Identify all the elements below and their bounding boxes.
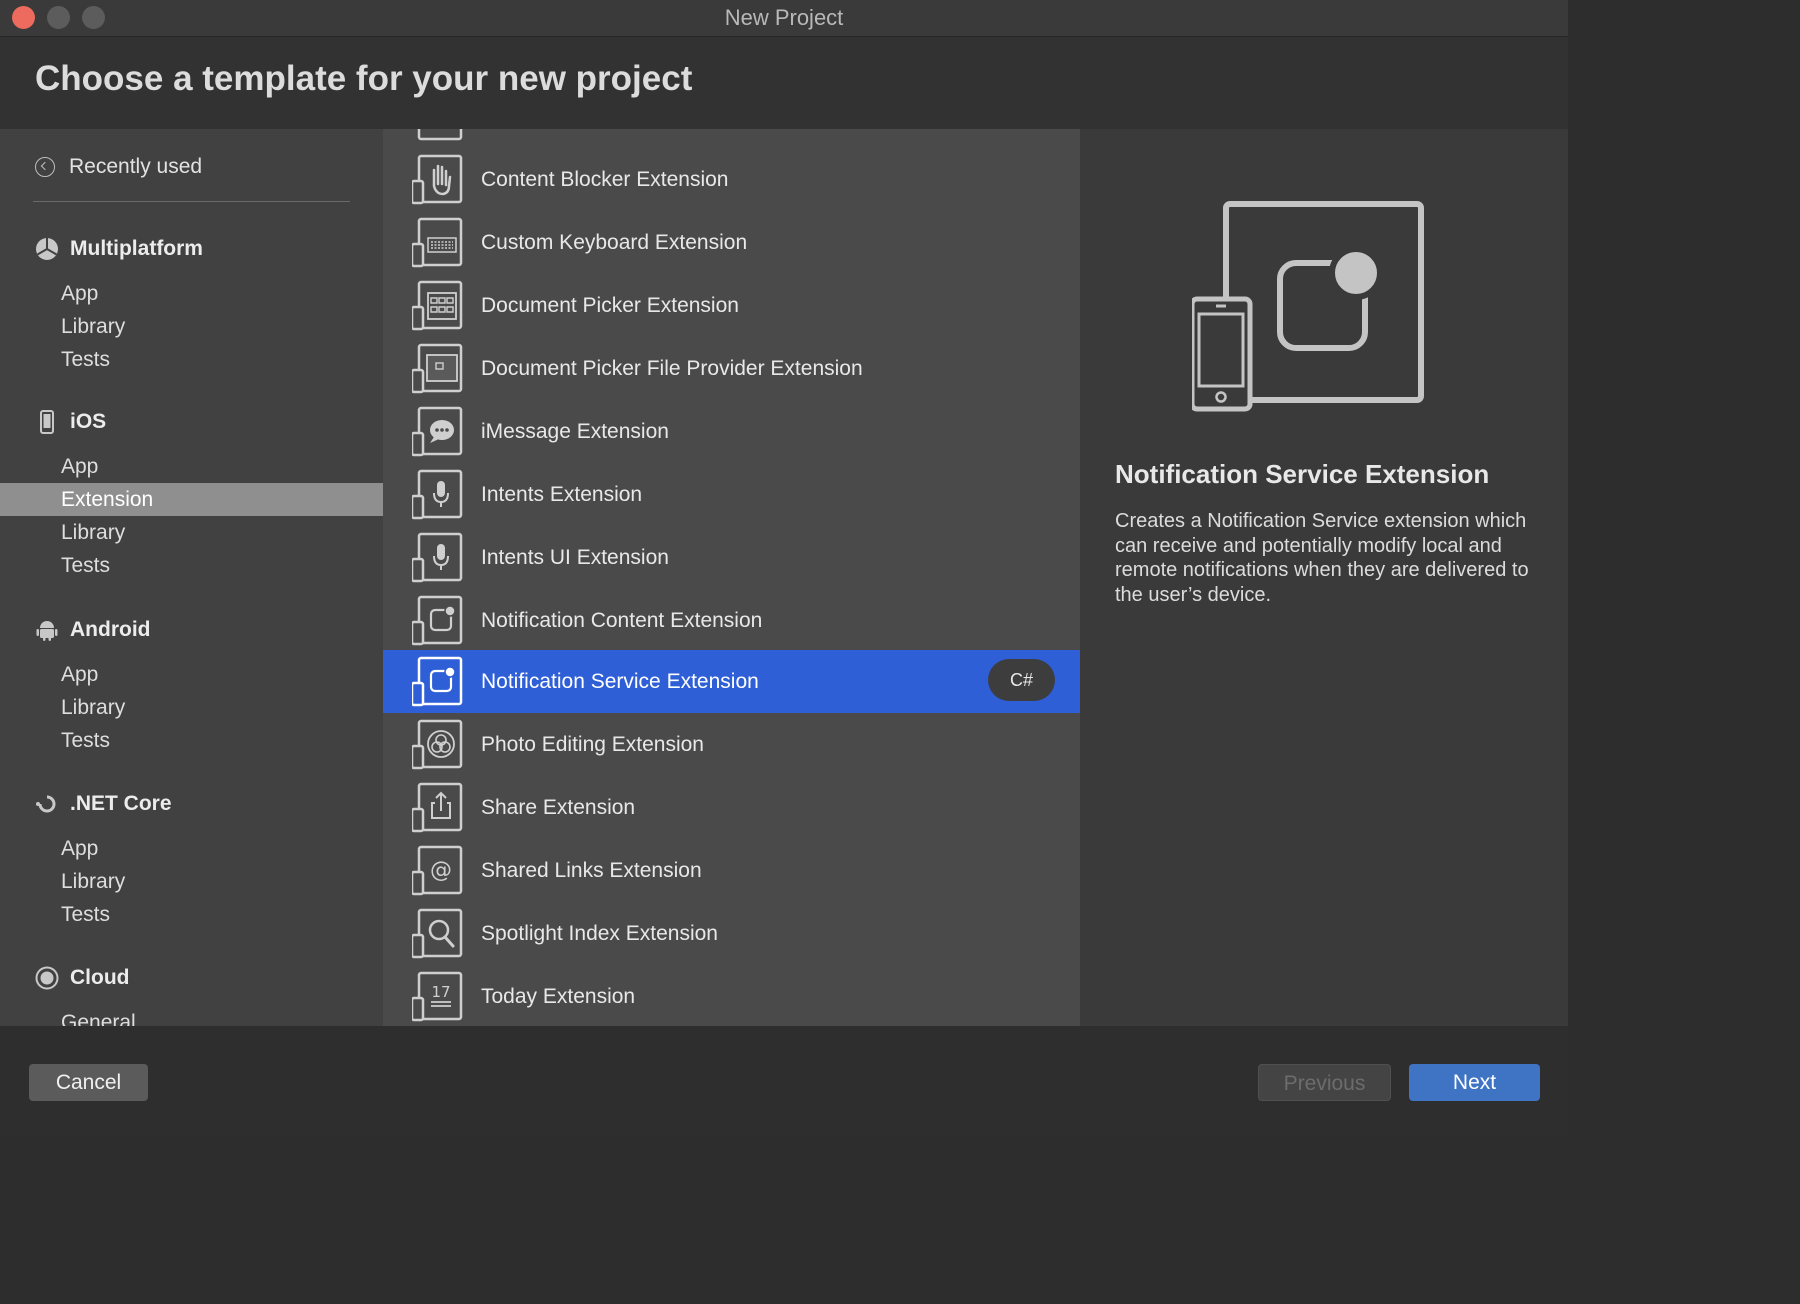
sidebar-item-dotnet-tests[interactable]: Tests	[0, 898, 383, 931]
template-label: Intents Extension	[481, 482, 643, 506]
template-row-imessage[interactable]: iMessage Extension	[383, 400, 1080, 463]
template-row-shared-links[interactable]: @ Shared Links Extension	[383, 839, 1080, 902]
recently-used-item[interactable]: Recently used	[35, 151, 202, 183]
detail-title: Notification Service Extension	[1115, 459, 1490, 489]
sidebar-item-ios-library[interactable]: Library	[0, 516, 383, 549]
svg-text:17: 17	[431, 983, 450, 1001]
language-badge[interactable]: C#	[988, 659, 1055, 701]
sidebar-item-ios-tests[interactable]: Tests	[0, 549, 383, 582]
section-title: Cloud	[70, 966, 130, 989]
cancel-button[interactable]: Cancel	[29, 1064, 148, 1101]
template-row-notification-content[interactable]: Notification Content Extension	[383, 589, 1080, 652]
template-detail-panel: Notification Service Extension Creates a…	[1080, 129, 1568, 1026]
sidebar-divider	[33, 201, 350, 202]
template-row-partial[interactable]	[383, 129, 1080, 148]
extension-icon	[417, 129, 463, 141]
section-header[interactable]: Cloud	[0, 960, 383, 996]
template-label: iMessage Extension	[481, 419, 669, 443]
detail-description: Creates a Notification Service extension…	[1115, 510, 1529, 606]
section-multiplatform: Multiplatform App Library Tests	[0, 231, 383, 376]
template-row-content-blocker[interactable]: Content Blocker Extension	[383, 148, 1080, 211]
template-row-spotlight-index[interactable]: Spotlight Index Extension	[383, 902, 1080, 965]
calendar-17-icon: 17	[412, 971, 463, 1022]
sidebar-item-cloud-general[interactable]: General	[0, 1006, 383, 1026]
template-row-photo-editing[interactable]: Photo Editing Extension	[383, 713, 1080, 776]
section-header[interactable]: iOS	[0, 404, 383, 440]
template-label: Document Picker File Provider Extension	[481, 356, 863, 380]
multiplatform-icon	[35, 237, 59, 261]
photo-filters-icon	[412, 719, 463, 770]
window-title: New Project	[724, 5, 844, 30]
share-icon	[412, 782, 463, 833]
template-list: Content Blocker Extension Custom Keyboar…	[383, 129, 1080, 1026]
template-label: Today Extension	[481, 984, 636, 1008]
template-label: Notification Service Extension	[481, 669, 759, 693]
template-row-document-picker[interactable]: Document Picker Extension	[383, 274, 1080, 337]
template-row-custom-keyboard[interactable]: Custom Keyboard Extension	[383, 211, 1080, 274]
template-label: Notification Content Extension	[481, 608, 763, 632]
dotnet-icon	[35, 792, 59, 816]
template-row-share[interactable]: Share Extension	[383, 776, 1080, 839]
template-label: Spotlight Index Extension	[481, 921, 718, 945]
keyboard-icon	[412, 217, 463, 268]
section-cloud: Cloud General	[0, 960, 383, 1026]
at-sign-icon: @	[412, 845, 463, 896]
section-title: Multiplatform	[70, 237, 203, 260]
template-row-intents[interactable]: Intents Extension	[383, 463, 1080, 526]
sidebar-item-android-library[interactable]: Library	[0, 691, 383, 724]
notification-extension-icon	[1192, 201, 1424, 412]
section-title: iOS	[70, 410, 107, 433]
section-title: Android	[70, 618, 151, 641]
section-title: .NET Core	[70, 792, 172, 815]
template-label: Content Blocker Extension	[481, 167, 729, 191]
section-ios: iOS App Extension Library Tests	[0, 404, 383, 582]
magnifier-icon	[412, 908, 463, 959]
microphone-icon	[412, 532, 463, 583]
microphone-icon	[412, 469, 463, 520]
android-icon	[35, 618, 59, 642]
section-header[interactable]: Android	[0, 612, 383, 648]
template-label: Intents UI Extension	[481, 545, 669, 569]
template-label: Document Picker Extension	[481, 293, 739, 317]
template-row-document-picker-file-provider[interactable]: Document Picker File Provider Extension	[383, 337, 1080, 400]
template-label: Shared Links Extension	[481, 858, 702, 882]
message-bubble-icon	[412, 406, 463, 457]
template-label: Share Extension	[481, 795, 636, 819]
sidebar-item-ios-app[interactable]: App	[0, 450, 383, 483]
phone-icon	[35, 410, 59, 434]
clock-back-icon	[35, 157, 55, 177]
section-android: Android App Library Tests	[0, 612, 383, 757]
template-label: Photo Editing Extension	[481, 732, 704, 756]
dialog-footer: Cancel Previous Next	[0, 1026, 1568, 1136]
folder-icon	[412, 343, 463, 394]
notification-icon	[412, 595, 463, 646]
template-row-today[interactable]: 17 Today Extension	[383, 965, 1080, 1026]
title-bar: New Project	[0, 0, 1568, 37]
sidebar-item-android-app[interactable]: App	[0, 658, 383, 691]
template-label: Custom Keyboard Extension	[481, 230, 748, 254]
svg-text:@: @	[430, 858, 452, 883]
sidebar-item-dotnet-library[interactable]: Library	[0, 865, 383, 898]
sidebar-item-android-tests[interactable]: Tests	[0, 724, 383, 757]
sidebar-item-multiplatform-library[interactable]: Library	[0, 310, 383, 343]
category-sidebar: Recently used Multiplatform App Library …	[0, 129, 383, 1026]
recently-used-label: Recently used	[69, 155, 203, 178]
notification-icon	[412, 656, 463, 707]
sidebar-item-ios-extension[interactable]: Extension	[0, 483, 383, 516]
next-button[interactable]: Next	[1409, 1064, 1540, 1101]
document-grid-icon	[412, 280, 463, 331]
dialog-header: Choose a template for your new project	[0, 37, 1568, 129]
hand-icon	[412, 154, 463, 205]
cloud-icon	[35, 966, 59, 990]
section-header[interactable]: .NET Core	[0, 786, 383, 822]
sidebar-item-multiplatform-app[interactable]: App	[0, 277, 383, 310]
sidebar-item-multiplatform-tests[interactable]: Tests	[0, 343, 383, 376]
template-row-notification-service[interactable]: Notification Service Extension C#	[383, 650, 1080, 713]
section-dotnet-core: .NET Core App Library Tests	[0, 786, 383, 931]
page-title: Choose a template for your new project	[35, 59, 693, 98]
sidebar-item-dotnet-app[interactable]: App	[0, 832, 383, 865]
previous-button[interactable]: Previous	[1258, 1064, 1391, 1101]
section-header[interactable]: Multiplatform	[0, 231, 383, 267]
template-row-intents-ui[interactable]: Intents UI Extension	[383, 526, 1080, 589]
